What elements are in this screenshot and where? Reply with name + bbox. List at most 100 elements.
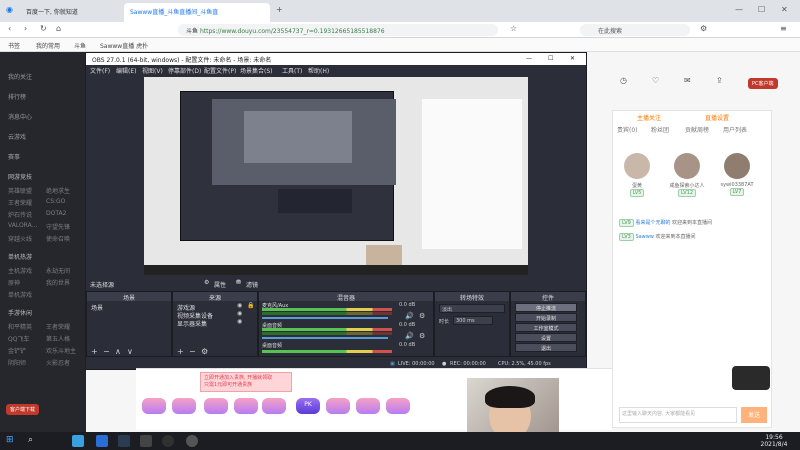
chat-user[interactable]: 看来是个无聊的 <box>635 220 670 226</box>
sidebar-sub-item[interactable]: 欢乐斗地主 <box>46 346 76 355</box>
rank-user[interactable]: 咸鱼探索小达人 LV12 <box>669 153 705 197</box>
obs-maximize-button[interactable]: ☐ <box>548 55 553 62</box>
extensions-icon[interactable]: ⚙ <box>700 24 707 33</box>
sidebar-sub-item[interactable]: 炉石传说 <box>8 210 32 219</box>
bookmark-item[interactable]: 我的常用 <box>36 41 60 50</box>
remove-scene-icon[interactable]: − <box>103 347 110 356</box>
eye-icon[interactable]: ◉ <box>237 302 242 309</box>
download-client-button[interactable]: 客户端下载 <box>6 404 40 415</box>
gift-item[interactable] <box>386 398 410 414</box>
follow-anchor-label[interactable]: 主播关注 <box>637 113 661 122</box>
studio-mode-button[interactable]: 工作室模式 <box>515 323 577 332</box>
chat-user[interactable]: Sawww <box>635 234 654 240</box>
menu-view[interactable]: 视图(V) <box>142 66 163 75</box>
gift-item[interactable] <box>204 398 228 414</box>
gift-item[interactable] <box>262 398 286 414</box>
obs-close-button[interactable]: ✕ <box>570 55 575 62</box>
obs-icon[interactable] <box>162 435 174 447</box>
bookmark-item[interactable]: Sawww直播 虎扑 <box>100 41 148 50</box>
transition-type-select[interactable]: 淡出 <box>439 304 505 313</box>
upload-icon[interactable]: ⇪ <box>716 76 723 85</box>
app-icon[interactable] <box>140 435 152 447</box>
gift-item-pk[interactable]: PK <box>296 398 320 414</box>
sidebar-sub-item[interactable]: 王者荣耀 <box>8 198 32 207</box>
close-window-icon[interactable]: ✕ <box>781 5 788 14</box>
sidebar-sub-item[interactable]: QQ飞车 <box>8 334 29 343</box>
back-icon[interactable]: ‹ <box>8 24 11 33</box>
sidebar-sub-item[interactable]: 守望先锋 <box>46 222 70 231</box>
speaker-icon[interactable]: 🔊 <box>405 332 414 340</box>
url-field[interactable]: 斗鱼 https://www.douyu.com/23554737_r=0.19… <box>178 24 498 36</box>
sidebar-sub-item[interactable]: CS:GO <box>46 198 65 205</box>
sidebar-item-rank[interactable]: 排行榜 <box>8 92 26 101</box>
reload-icon[interactable]: ↻ <box>40 24 47 33</box>
source-settings-icon[interactable]: ⚙ <box>201 347 208 356</box>
sidebar-item-esports[interactable]: 赛事 <box>8 152 20 161</box>
pc-client-button[interactable]: PC客户端 <box>748 78 778 89</box>
sidebar-item-messages[interactable]: 消息中心 <box>8 112 32 121</box>
obs-minimize-button[interactable]: — <box>526 55 532 62</box>
source-item[interactable]: 显示器采集 <box>177 319 207 328</box>
message-icon[interactable]: ✉ <box>684 76 691 85</box>
rank-user[interactable]: sywi03387AT LV7 <box>719 153 755 196</box>
duration-input[interactable]: 300 ms <box>453 316 493 325</box>
menu-docks[interactable]: 停靠部件(D) <box>168 66 201 75</box>
bookmark-star-icon[interactable]: ☆ <box>510 24 517 33</box>
sidebar-sub-item[interactable]: 金铲铲 <box>8 346 26 355</box>
menu-edit[interactable]: 编辑(E) <box>116 66 136 75</box>
filter-icon[interactable]: ⛃ <box>236 279 241 286</box>
system-clock[interactable]: 19:56 2021/8/4 <box>754 434 794 448</box>
search-icon[interactable]: ⌕ <box>28 435 33 445</box>
sidebar-sub-item[interactable]: DOTA2 <box>46 210 66 217</box>
sidebar-sub-item[interactable]: 单机游戏 <box>8 290 32 299</box>
forward-icon[interactable]: › <box>24 24 27 33</box>
remove-source-icon[interactable]: − <box>189 347 196 356</box>
obs-preview[interactable] <box>144 77 528 275</box>
exit-button[interactable]: 退出 <box>515 343 577 352</box>
eye-icon[interactable]: ◉ <box>237 310 242 317</box>
app-icon[interactable] <box>96 435 108 447</box>
maximize-window-icon[interactable]: ☐ <box>758 5 765 14</box>
sidebar-sub-item[interactable]: 永劫无间 <box>46 266 70 275</box>
live-settings-label[interactable]: 直播设置 <box>705 113 729 122</box>
tab-weekly-rank[interactable]: 贡献周榜 <box>685 125 709 134</box>
menu-profile[interactable]: 配置文件(P) <box>204 66 236 75</box>
sidebar-sub-item[interactable]: 和平精英 <box>8 322 32 331</box>
rank-user[interactable]: 蛋黄 LV5 <box>619 153 655 197</box>
tab-user-list[interactable]: 用户列表 <box>723 125 747 134</box>
sidebar-sub-item[interactable]: 主机游戏 <box>8 266 32 275</box>
properties-button[interactable]: 属性 <box>214 280 226 289</box>
move-down-icon[interactable]: ∨ <box>127 347 133 356</box>
speaker-icon[interactable]: 🔊 <box>405 312 414 320</box>
new-tab-icon[interactable]: + <box>276 5 283 14</box>
send-button[interactable]: 发送 <box>741 407 767 423</box>
menu-tools[interactable]: 工具(T) <box>282 66 302 75</box>
settings-button[interactable]: 设置 <box>515 333 577 342</box>
gift-item[interactable] <box>142 398 166 414</box>
steam-icon[interactable] <box>118 435 130 447</box>
follow-icon[interactable]: ♡ <box>652 76 659 85</box>
lock-icon[interactable]: 🔒 <box>247 302 254 309</box>
tab-fans[interactable]: 粉丝团 <box>651 125 669 134</box>
add-scene-icon[interactable]: + <box>91 347 98 356</box>
gear-icon[interactable]: ⚙ <box>419 312 425 320</box>
sidebar-sub-item[interactable]: 王者荣耀 <box>46 322 70 331</box>
tab-vip[interactable]: 贵宾(0) <box>617 125 638 134</box>
tab-baidu[interactable]: 百度一下, 你就知道 <box>20 3 120 22</box>
volume-slider[interactable] <box>262 317 388 319</box>
obs-icon[interactable] <box>186 435 198 447</box>
sidebar-sub-item[interactable]: 我的世界 <box>46 278 70 287</box>
sidebar-item-cloud-game[interactable]: 云游戏 <box>8 132 26 141</box>
browser-search-input[interactable]: 在此搜索 <box>580 24 690 36</box>
menu-icon[interactable]: ≡ <box>780 24 787 33</box>
move-up-icon[interactable]: ∧ <box>115 347 121 356</box>
add-source-icon[interactable]: + <box>177 347 184 356</box>
filters-button[interactable]: 滤镜 <box>246 280 258 289</box>
sidebar-item-follow[interactable]: 我的关注 <box>8 72 32 81</box>
gift-item[interactable] <box>234 398 258 414</box>
windows-start-icon[interactable]: ⊞ <box>6 435 14 445</box>
history-icon[interactable]: ◷ <box>620 76 627 85</box>
start-recording-button[interactable]: 开始录制 <box>515 313 577 322</box>
sidebar-sub-item[interactable]: 第五人格 <box>46 334 70 343</box>
menu-help[interactable]: 帮助(H) <box>308 66 329 75</box>
